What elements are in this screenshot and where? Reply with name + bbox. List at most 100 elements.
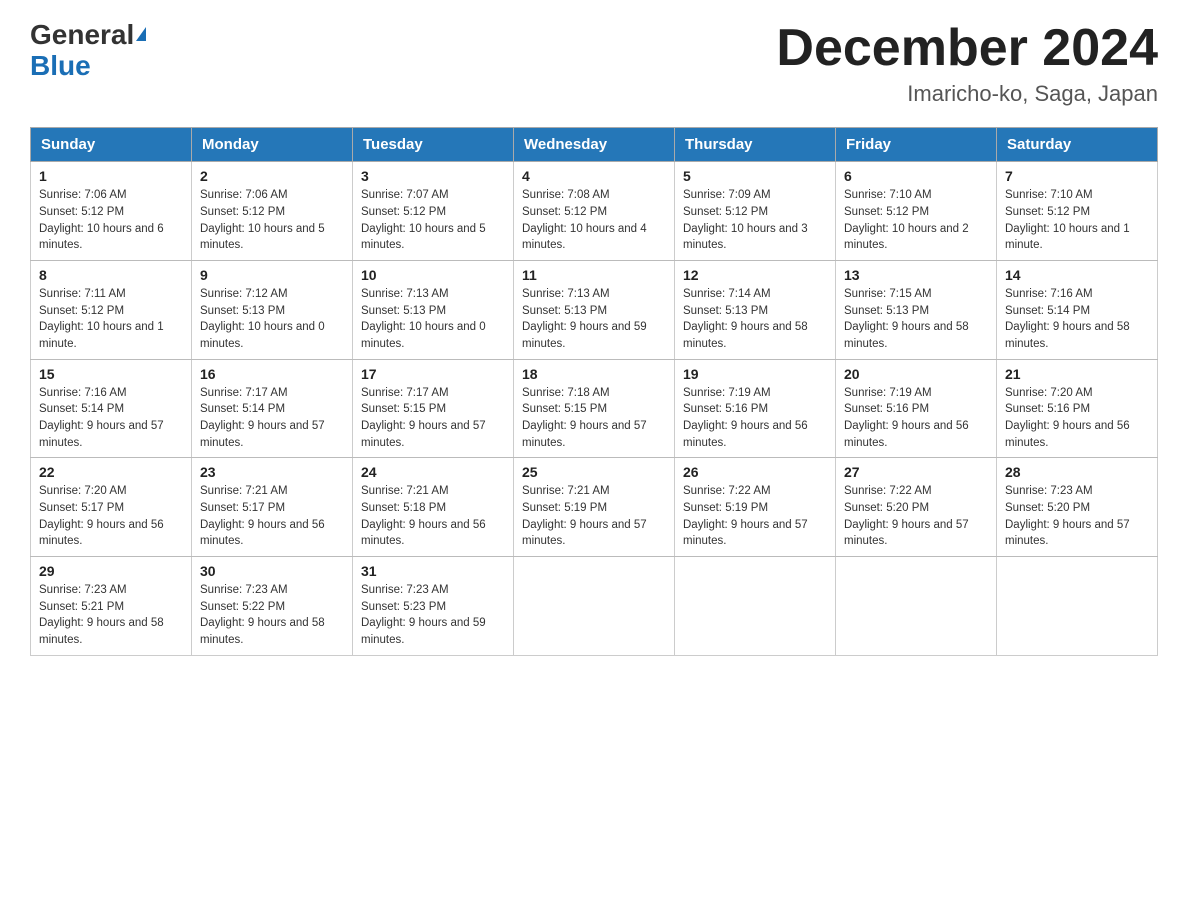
empty-cell-w4-d5 bbox=[836, 556, 997, 655]
day-cell-28: 28 Sunrise: 7:23 AMSunset: 5:20 PMDaylig… bbox=[997, 458, 1158, 557]
day-number: 15 bbox=[39, 366, 183, 382]
day-info: Sunrise: 7:13 AMSunset: 5:13 PMDaylight:… bbox=[522, 288, 647, 350]
header-sunday: Sunday bbox=[31, 128, 192, 162]
day-info: Sunrise: 7:09 AMSunset: 5:12 PMDaylight:… bbox=[683, 189, 808, 251]
day-number: 26 bbox=[683, 464, 827, 480]
day-cell-25: 25 Sunrise: 7:21 AMSunset: 5:19 PMDaylig… bbox=[514, 458, 675, 557]
logo-general: General bbox=[30, 19, 134, 50]
week-row-2: 8 Sunrise: 7:11 AMSunset: 5:12 PMDayligh… bbox=[31, 260, 1158, 359]
day-cell-27: 27 Sunrise: 7:22 AMSunset: 5:20 PMDaylig… bbox=[836, 458, 997, 557]
day-number: 5 bbox=[683, 168, 827, 184]
day-info: Sunrise: 7:08 AMSunset: 5:12 PMDaylight:… bbox=[522, 189, 647, 251]
day-info: Sunrise: 7:20 AMSunset: 5:17 PMDaylight:… bbox=[39, 485, 164, 547]
day-number: 18 bbox=[522, 366, 666, 382]
day-cell-14: 14 Sunrise: 7:16 AMSunset: 5:14 PMDaylig… bbox=[997, 260, 1158, 359]
day-number: 24 bbox=[361, 464, 505, 480]
day-cell-21: 21 Sunrise: 7:20 AMSunset: 5:16 PMDaylig… bbox=[997, 359, 1158, 458]
logo-triangle-icon bbox=[136, 27, 146, 41]
day-number: 14 bbox=[1005, 267, 1149, 283]
day-number: 9 bbox=[200, 267, 344, 283]
day-number: 23 bbox=[200, 464, 344, 480]
day-info: Sunrise: 7:23 AMSunset: 5:20 PMDaylight:… bbox=[1005, 485, 1130, 547]
day-cell-24: 24 Sunrise: 7:21 AMSunset: 5:18 PMDaylig… bbox=[353, 458, 514, 557]
day-cell-3: 3 Sunrise: 7:07 AMSunset: 5:12 PMDayligh… bbox=[353, 162, 514, 261]
header-thursday: Thursday bbox=[675, 128, 836, 162]
week-row-4: 22 Sunrise: 7:20 AMSunset: 5:17 PMDaylig… bbox=[31, 458, 1158, 557]
logo-blue: Blue bbox=[30, 50, 91, 81]
day-number: 31 bbox=[361, 563, 505, 579]
day-info: Sunrise: 7:19 AMSunset: 5:16 PMDaylight:… bbox=[844, 387, 969, 449]
day-info: Sunrise: 7:06 AMSunset: 5:12 PMDaylight:… bbox=[200, 189, 325, 251]
day-info: Sunrise: 7:21 AMSunset: 5:18 PMDaylight:… bbox=[361, 485, 486, 547]
location: Imaricho-ko, Saga, Japan bbox=[776, 81, 1158, 107]
day-info: Sunrise: 7:21 AMSunset: 5:17 PMDaylight:… bbox=[200, 485, 325, 547]
day-info: Sunrise: 7:13 AMSunset: 5:13 PMDaylight:… bbox=[361, 288, 486, 350]
page-header: General Blue December 2024 Imaricho-ko, … bbox=[30, 20, 1158, 107]
header-wednesday: Wednesday bbox=[514, 128, 675, 162]
weekday-header-row: Sunday Monday Tuesday Wednesday Thursday… bbox=[31, 128, 1158, 162]
day-number: 11 bbox=[522, 267, 666, 283]
day-cell-26: 26 Sunrise: 7:22 AMSunset: 5:19 PMDaylig… bbox=[675, 458, 836, 557]
day-cell-1: 1 Sunrise: 7:06 AMSunset: 5:12 PMDayligh… bbox=[31, 162, 192, 261]
day-cell-8: 8 Sunrise: 7:11 AMSunset: 5:12 PMDayligh… bbox=[31, 260, 192, 359]
day-info: Sunrise: 7:20 AMSunset: 5:16 PMDaylight:… bbox=[1005, 387, 1130, 449]
day-info: Sunrise: 7:23 AMSunset: 5:21 PMDaylight:… bbox=[39, 584, 164, 646]
day-cell-10: 10 Sunrise: 7:13 AMSunset: 5:13 PMDaylig… bbox=[353, 260, 514, 359]
day-cell-16: 16 Sunrise: 7:17 AMSunset: 5:14 PMDaylig… bbox=[192, 359, 353, 458]
day-number: 6 bbox=[844, 168, 988, 184]
day-number: 17 bbox=[361, 366, 505, 382]
day-cell-6: 6 Sunrise: 7:10 AMSunset: 5:12 PMDayligh… bbox=[836, 162, 997, 261]
day-cell-12: 12 Sunrise: 7:14 AMSunset: 5:13 PMDaylig… bbox=[675, 260, 836, 359]
week-row-5: 29 Sunrise: 7:23 AMSunset: 5:21 PMDaylig… bbox=[31, 556, 1158, 655]
day-info: Sunrise: 7:22 AMSunset: 5:19 PMDaylight:… bbox=[683, 485, 808, 547]
day-cell-11: 11 Sunrise: 7:13 AMSunset: 5:13 PMDaylig… bbox=[514, 260, 675, 359]
logo: General Blue bbox=[30, 20, 146, 82]
day-info: Sunrise: 7:23 AMSunset: 5:22 PMDaylight:… bbox=[200, 584, 325, 646]
day-cell-13: 13 Sunrise: 7:15 AMSunset: 5:13 PMDaylig… bbox=[836, 260, 997, 359]
day-cell-31: 31 Sunrise: 7:23 AMSunset: 5:23 PMDaylig… bbox=[353, 556, 514, 655]
day-number: 3 bbox=[361, 168, 505, 184]
day-cell-5: 5 Sunrise: 7:09 AMSunset: 5:12 PMDayligh… bbox=[675, 162, 836, 261]
day-cell-18: 18 Sunrise: 7:18 AMSunset: 5:15 PMDaylig… bbox=[514, 359, 675, 458]
day-info: Sunrise: 7:12 AMSunset: 5:13 PMDaylight:… bbox=[200, 288, 325, 350]
day-info: Sunrise: 7:07 AMSunset: 5:12 PMDaylight:… bbox=[361, 189, 486, 251]
day-number: 19 bbox=[683, 366, 827, 382]
day-info: Sunrise: 7:06 AMSunset: 5:12 PMDaylight:… bbox=[39, 189, 164, 251]
day-number: 29 bbox=[39, 563, 183, 579]
day-number: 2 bbox=[200, 168, 344, 184]
day-cell-20: 20 Sunrise: 7:19 AMSunset: 5:16 PMDaylig… bbox=[836, 359, 997, 458]
empty-cell-w4-d4 bbox=[675, 556, 836, 655]
day-number: 7 bbox=[1005, 168, 1149, 184]
day-number: 27 bbox=[844, 464, 988, 480]
month-title: December 2024 bbox=[776, 20, 1158, 77]
day-info: Sunrise: 7:17 AMSunset: 5:14 PMDaylight:… bbox=[200, 387, 325, 449]
day-info: Sunrise: 7:14 AMSunset: 5:13 PMDaylight:… bbox=[683, 288, 808, 350]
day-number: 21 bbox=[1005, 366, 1149, 382]
day-info: Sunrise: 7:16 AMSunset: 5:14 PMDaylight:… bbox=[1005, 288, 1130, 350]
day-number: 25 bbox=[522, 464, 666, 480]
day-info: Sunrise: 7:15 AMSunset: 5:13 PMDaylight:… bbox=[844, 288, 969, 350]
header-tuesday: Tuesday bbox=[353, 128, 514, 162]
day-info: Sunrise: 7:17 AMSunset: 5:15 PMDaylight:… bbox=[361, 387, 486, 449]
day-number: 16 bbox=[200, 366, 344, 382]
header-saturday: Saturday bbox=[997, 128, 1158, 162]
day-info: Sunrise: 7:16 AMSunset: 5:14 PMDaylight:… bbox=[39, 387, 164, 449]
day-info: Sunrise: 7:10 AMSunset: 5:12 PMDaylight:… bbox=[1005, 189, 1130, 251]
week-row-1: 1 Sunrise: 7:06 AMSunset: 5:12 PMDayligh… bbox=[31, 162, 1158, 261]
day-number: 22 bbox=[39, 464, 183, 480]
day-cell-17: 17 Sunrise: 7:17 AMSunset: 5:15 PMDaylig… bbox=[353, 359, 514, 458]
day-info: Sunrise: 7:19 AMSunset: 5:16 PMDaylight:… bbox=[683, 387, 808, 449]
day-info: Sunrise: 7:23 AMSunset: 5:23 PMDaylight:… bbox=[361, 584, 486, 646]
day-cell-22: 22 Sunrise: 7:20 AMSunset: 5:17 PMDaylig… bbox=[31, 458, 192, 557]
empty-cell-w4-d3 bbox=[514, 556, 675, 655]
day-number: 28 bbox=[1005, 464, 1149, 480]
day-info: Sunrise: 7:11 AMSunset: 5:12 PMDaylight:… bbox=[39, 288, 164, 350]
day-number: 12 bbox=[683, 267, 827, 283]
calendar-table: Sunday Monday Tuesday Wednesday Thursday… bbox=[30, 127, 1158, 655]
day-info: Sunrise: 7:21 AMSunset: 5:19 PMDaylight:… bbox=[522, 485, 647, 547]
empty-cell-w4-d6 bbox=[997, 556, 1158, 655]
logo-text: General Blue bbox=[30, 20, 146, 82]
day-number: 1 bbox=[39, 168, 183, 184]
day-cell-2: 2 Sunrise: 7:06 AMSunset: 5:12 PMDayligh… bbox=[192, 162, 353, 261]
day-number: 10 bbox=[361, 267, 505, 283]
